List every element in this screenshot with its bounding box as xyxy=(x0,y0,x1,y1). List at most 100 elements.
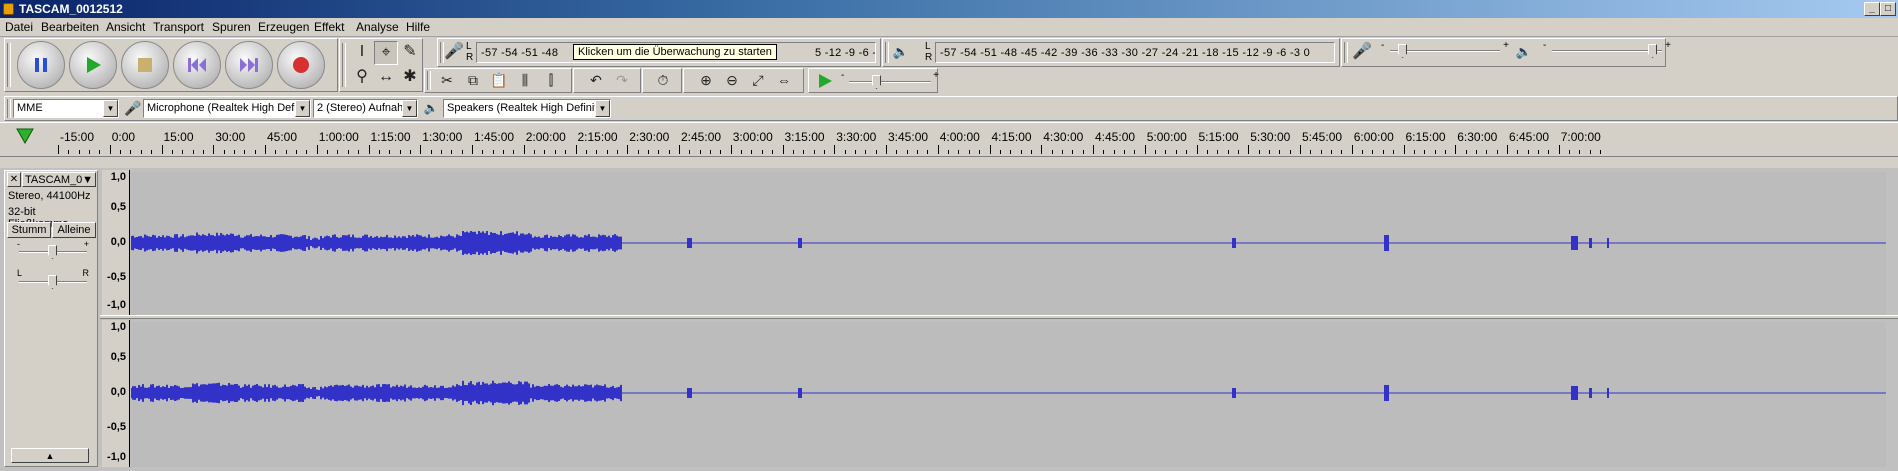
gain-slider[interactable]: - + xyxy=(17,239,89,259)
dropdown-icon[interactable]: ▼ xyxy=(295,100,310,117)
fit-selection-button[interactable]: ⤢ xyxy=(746,69,770,93)
ruler-minor-tick xyxy=(171,150,173,154)
stop-button[interactable] xyxy=(121,41,169,89)
ruler-minor-tick xyxy=(120,150,122,154)
mixer-toolbar: 🎤 - + 🔈 - + xyxy=(1341,38,1671,67)
fit-project-button[interactable]: ⇔ xyxy=(772,69,796,93)
playback-meter[interactable]: -57 -54 -51 -48 -45 -42 -39 -36 -33 -30 … xyxy=(935,42,1335,63)
amp-label-1: 1,0 xyxy=(110,171,126,183)
ruler-minor-tick xyxy=(1538,150,1540,154)
zoom-toolbar: ⊕ ⊖ ⤢ ⇔ xyxy=(683,68,804,93)
copy-button[interactable]: ⧉ xyxy=(461,69,485,93)
play-at-speed-button[interactable] xyxy=(813,69,837,93)
ruler-label: 5:45:00 xyxy=(1302,130,1343,144)
envelope-tool[interactable]: ⌖ xyxy=(374,41,398,65)
zoom-tool[interactable]: ⚲ xyxy=(350,66,374,90)
host-select[interactable]: MME ▼ xyxy=(13,99,119,118)
toolbar-grip[interactable] xyxy=(7,99,11,118)
microphone-icon[interactable]: 🎤 xyxy=(442,41,466,65)
toolbar-grip[interactable] xyxy=(427,71,431,90)
skip-to-end-button[interactable] xyxy=(225,41,273,89)
zoom-out-button[interactable]: ⊖ xyxy=(720,69,744,93)
menu-spuren[interactable]: Spuren xyxy=(212,20,251,34)
dropdown-icon[interactable]: ▼ xyxy=(103,100,118,117)
ruler-label: 3:15:00 xyxy=(784,130,825,144)
gain-thumb[interactable] xyxy=(48,245,57,259)
skip-to-start-button[interactable] xyxy=(173,41,221,89)
ruler-tick xyxy=(1455,145,1457,154)
ruler-label: 4:45:00 xyxy=(1095,130,1136,144)
minimize-button[interactable]: _ xyxy=(1864,2,1880,16)
mute-button[interactable]: Stumm xyxy=(7,222,51,238)
fit-selection-icon: ⤢ xyxy=(752,72,764,88)
menu-ansicht[interactable]: Ansicht xyxy=(106,20,145,34)
menu-bearbeiten[interactable]: Bearbeiten xyxy=(41,20,99,34)
menu-datei[interactable]: Datei xyxy=(5,20,33,34)
dropdown-icon[interactable]: ▼ xyxy=(595,100,610,117)
ruler-minor-tick xyxy=(378,150,380,154)
input-device-select[interactable]: Microphone (Realtek High Defi ▼ xyxy=(143,99,311,118)
ruler-label: 2:00:00 xyxy=(525,130,566,144)
input-volume-thumb[interactable] xyxy=(1398,44,1407,58)
pause-button[interactable] xyxy=(17,41,65,89)
paste-button[interactable]: 📋 xyxy=(487,69,511,93)
input-volume-slider[interactable]: - + xyxy=(1381,40,1509,58)
pan-thumb[interactable] xyxy=(48,275,57,289)
timeline-play-icon[interactable] xyxy=(16,128,34,144)
zoom-in-button[interactable]: ⊕ xyxy=(694,69,718,93)
channels-select[interactable]: 2 (Stereo) Aufnah ▼ xyxy=(313,99,418,118)
track-name-menu[interactable]: TASCAM_0 ▼ xyxy=(22,172,96,187)
ruler-minor-tick xyxy=(585,150,587,154)
menu-effekt[interactable]: Effekt xyxy=(314,20,344,34)
record-button[interactable] xyxy=(277,41,325,89)
ruler-label: 30:00 xyxy=(215,130,246,144)
amplitude-ruler-right: 1,0 0,5 0,0 -0,5 -1,0 xyxy=(102,320,130,467)
cut-icon: ✂ xyxy=(441,72,453,88)
cut-button[interactable]: ✂ xyxy=(435,69,459,93)
ruler-spacer xyxy=(0,158,1898,168)
output-volume-slider[interactable]: - + xyxy=(1543,40,1671,58)
selection-tool[interactable]: I xyxy=(350,41,374,65)
solo-button[interactable]: Alleine xyxy=(52,222,96,238)
undo-button[interactable]: ↶ xyxy=(584,69,608,93)
pan-right: R xyxy=(82,268,90,278)
playback-meter-toolbar: 🔈 L R -57 -54 -51 -48 -45 -42 -39 -36 -3… xyxy=(882,38,1340,67)
ruler-label: 15:00 xyxy=(163,130,194,144)
toolbar-grip[interactable] xyxy=(1344,42,1348,63)
maximize-button[interactable]: □ xyxy=(1880,2,1896,16)
ruler-minor-tick xyxy=(534,150,536,154)
menu-transport[interactable]: Transport xyxy=(153,20,204,34)
ruler-minor-tick xyxy=(1486,150,1488,154)
pan-slider[interactable]: L R xyxy=(17,268,89,289)
output-device-select[interactable]: Speakers (Realtek High Definit ▼ xyxy=(443,99,611,118)
ruler-minor-tick xyxy=(1589,150,1591,154)
waveform-left[interactable] xyxy=(131,172,1886,315)
close-track-button[interactable]: ✕ xyxy=(7,172,21,187)
play-speed-slider[interactable]: - + xyxy=(841,70,939,89)
toolbar-grip[interactable] xyxy=(342,43,346,87)
ruler-minor-tick xyxy=(347,150,349,154)
play-speed-thumb[interactable] xyxy=(872,75,881,89)
ruler-minor-tick xyxy=(772,150,774,154)
waveform-right[interactable] xyxy=(131,322,1886,467)
timeline-ruler[interactable]: -15:00 0:00 15:00 30:00 45:00 1:00:00 1:15:00 1… xyxy=(0,122,1898,157)
play-icon xyxy=(87,57,101,73)
ruler-minor-tick xyxy=(254,150,256,154)
dropdown-icon[interactable]: ▼ xyxy=(402,100,417,117)
speaker-icon[interactable]: 🔈 xyxy=(889,41,913,65)
multi-tool[interactable]: ✱ xyxy=(398,66,422,90)
menu-erzeugen[interactable]: Erzeugen xyxy=(258,20,309,34)
silence-button[interactable]: ⫿ xyxy=(539,69,563,93)
draw-tool[interactable]: ✎ xyxy=(398,41,422,65)
play-button[interactable] xyxy=(69,41,117,89)
trim-button[interactable]: ⫼ xyxy=(513,69,537,93)
toolbar-grip[interactable] xyxy=(7,43,11,87)
menu-analyse[interactable]: Analyse xyxy=(356,20,399,34)
menu-hilfe[interactable]: Hilfe xyxy=(406,20,430,34)
redo-button[interactable]: ↷ xyxy=(610,69,634,93)
sync-lock-button[interactable]: ⏱ xyxy=(651,69,675,93)
ruler-label: 3:45:00 xyxy=(888,130,929,144)
timeshift-tool[interactable]: ↔ xyxy=(374,66,398,90)
output-volume-thumb[interactable] xyxy=(1648,44,1657,58)
collapse-track-button[interactable]: ▲ xyxy=(11,448,89,463)
